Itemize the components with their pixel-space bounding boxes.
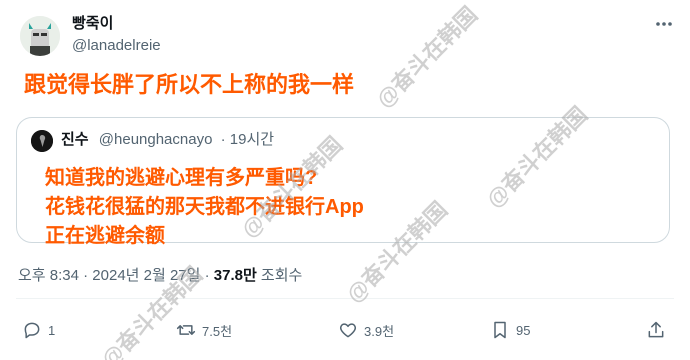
avatar-illustration [20, 16, 60, 56]
bookmark-count: 95 [516, 322, 531, 338]
tweet-timestamp: 오후 8:34 · 2024년 2월 27일 · 37.8만 조회수 [18, 264, 302, 285]
repost-count: 7.5천 [202, 323, 233, 339]
author-info: 빵죽이 @lanadelreie [72, 14, 161, 56]
tweet-caption-overlay: 跟觉得长胖了所以不上称的我一样 [24, 72, 355, 97]
quote-author-handle[interactable]: @heunghacnayo [99, 131, 213, 148]
like-button[interactable]: 3.9천 [338, 320, 394, 340]
more-icon [656, 22, 672, 26]
quote-caption-overlay: 知道我的逃避心理有多严重吗? 花钱花很猛的那天我都不进银行App 正在逃避余额 [45, 164, 364, 251]
quote-caption-line: 知道我的逃避心理有多严重吗? [45, 167, 318, 189]
quote-caption-line: 正在逃避余额 [45, 225, 165, 247]
author-avatar[interactable] [20, 16, 60, 56]
reply-icon [24, 322, 40, 339]
author-display-name[interactable]: 빵죽이 [72, 14, 161, 34]
reply-count: 1 [48, 322, 56, 338]
quoted-tweet[interactable]: 진수 @heunghacnayo · 19시간 知道我的逃避心理有多严重吗? 花… [16, 117, 670, 247]
heart-icon [339, 323, 357, 338]
repost-button[interactable]: 7.5천 [176, 320, 232, 340]
views-count: 37.8만 [213, 267, 257, 284]
bookmark-button[interactable]: 95 [490, 320, 530, 340]
reply-button[interactable]: 1 [22, 320, 55, 340]
quote-avatar-icon [31, 130, 53, 152]
more-options-button[interactable] [654, 14, 674, 34]
quote-time[interactable]: · 19시간 [221, 131, 274, 148]
quote-header: 진수 @heunghacnayo · 19시간 [61, 129, 274, 151]
bookmark-icon [494, 321, 506, 339]
views-label: 조회수 [256, 267, 303, 284]
quote-author-name[interactable]: 진수 [61, 131, 89, 148]
divider [16, 298, 674, 299]
share-button[interactable] [646, 320, 666, 340]
share-icon [648, 321, 664, 338]
like-count: 3.9천 [364, 323, 395, 339]
watermark: @奋斗在韩国 [371, 1, 483, 113]
action-bar: 1 7.5천 3.9천 95 [16, 316, 674, 346]
post-time[interactable]: 오후 8:34 · 2024년 2월 27일 · [18, 267, 214, 284]
author-handle[interactable]: @lanadelreie [72, 36, 161, 56]
quote-avatar[interactable] [31, 130, 53, 152]
repost-icon [176, 325, 196, 335]
quote-caption-line: 花钱花很猛的那天我都不进银行App [45, 196, 364, 218]
